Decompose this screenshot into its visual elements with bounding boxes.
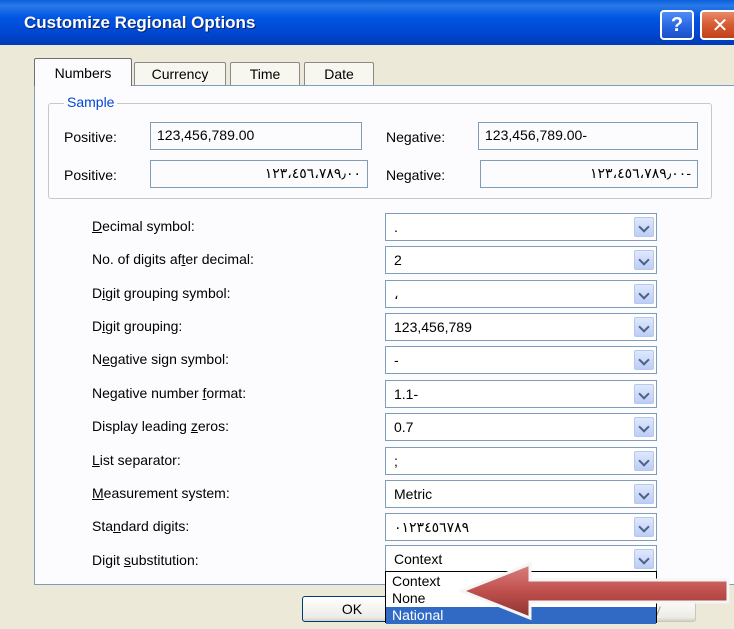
tab-currency-label: Currency — [151, 66, 209, 82]
ok-button-label: OK — [341, 601, 363, 617]
chevron-down-icon[interactable] — [634, 284, 654, 304]
negative-native-sample-value: -١٢٣،٤٥٦،٧٨٩٫٠٠ — [590, 165, 691, 181]
leading-zeros-value: 0.7 — [394, 419, 414, 435]
leading-zeros-label: Display leading zeros: — [92, 418, 229, 434]
positive-sample-value: 123,456,789.00 — [157, 127, 255, 143]
chevron-down-icon[interactable] — [634, 451, 654, 471]
tab-numbers[interactable]: Numbers — [34, 58, 132, 86]
list-separator-combo[interactable]: ; — [385, 447, 657, 475]
standard-digits-value: ٠١٢٣٤٥٦٧٨٩ — [394, 519, 470, 535]
list-separator-value: ; — [394, 453, 398, 469]
positive-native-sample-value: ١٢٣،٤٥٦،٧٨٩٫٠٠ — [264, 165, 361, 181]
annotation-arrow-icon — [460, 561, 730, 621]
window-title: Customize Regional Options — [24, 13, 256, 32]
close-icon: ✕ — [711, 14, 729, 37]
tab-numbers-label: Numbers — [54, 64, 112, 81]
chevron-down-icon[interactable] — [634, 317, 654, 337]
negative-number-format-combo[interactable]: 1.1- — [385, 380, 657, 408]
positive-native-label: Positive: — [64, 167, 117, 183]
close-button[interactable]: ✕ — [700, 10, 734, 40]
positive-sample-field[interactable]: 123,456,789.00 — [150, 122, 362, 150]
tab-time-label: Time — [249, 66, 281, 82]
negative-number-format-value: 1.1- — [394, 386, 419, 402]
negative-sign-symbol-value: - — [394, 352, 399, 368]
customize-regional-options-dialog: Customize Regional Options ? ✕ Numbers C… — [0, 0, 734, 629]
digit-grouping-value: 123,456,789 — [394, 319, 472, 335]
digit-grouping-combo[interactable]: 123,456,789 — [385, 313, 657, 341]
negative-label: Negative: — [386, 129, 446, 145]
negative-sample-value: 123,456,789.00- — [485, 127, 587, 143]
chevron-down-icon[interactable] — [634, 417, 654, 437]
digit-grouping-label: Digit grouping: — [92, 318, 183, 334]
measurement-system-label: Measurement system: — [92, 485, 230, 501]
chevron-down-icon[interactable] — [634, 484, 654, 504]
standard-digits-combo[interactable]: ٠١٢٣٤٥٦٧٨٩ — [385, 513, 657, 541]
chevron-down-icon[interactable] — [634, 384, 654, 404]
digits-after-decimal-value: 2 — [394, 252, 402, 268]
negative-number-format-label: Negative number format: — [92, 385, 247, 401]
decimal-symbol-value: . — [394, 219, 398, 235]
help-icon: ? — [670, 13, 684, 36]
negative-sign-symbol-label: Negative sign symbol: — [92, 351, 229, 367]
digit-substitution-label: Digit substitution: — [92, 552, 199, 568]
measurement-system-value: Metric — [394, 486, 433, 502]
tab-currency[interactable]: Currency — [134, 62, 226, 85]
positive-native-sample-field[interactable]: ١٢٣،٤٥٦،٧٨٩٫٠٠ — [150, 160, 368, 188]
title-bar[interactable]: Customize Regional Options ? ✕ — [0, 0, 734, 45]
digit-grouping-symbol-label: Digit grouping symbol: — [92, 285, 231, 301]
digit-substitution-value: Context — [394, 551, 443, 567]
measurement-system-combo[interactable]: Metric — [385, 480, 657, 508]
tab-date[interactable]: Date — [304, 62, 374, 85]
leading-zeros-combo[interactable]: 0.7 — [385, 413, 657, 441]
digit-grouping-symbol-value: ، — [394, 286, 399, 302]
negative-native-sample-field[interactable]: -١٢٣،٤٥٦،٧٨٩٫٠٠ — [480, 160, 698, 188]
tab-date-label: Date — [324, 66, 354, 82]
negative-native-label: Negative: — [386, 167, 446, 183]
chevron-down-icon[interactable] — [634, 517, 654, 537]
digits-after-decimal-combo[interactable]: 2 — [385, 246, 657, 274]
standard-digits-label: Standard digits: — [92, 518, 190, 534]
negative-sign-symbol-combo[interactable]: - — [385, 346, 657, 374]
sample-legend: Sample — [64, 94, 118, 110]
positive-label: Positive: — [64, 129, 117, 145]
list-separator-label: List separator: — [92, 452, 181, 468]
chevron-down-icon[interactable] — [634, 217, 654, 237]
help-button[interactable]: ? — [660, 10, 694, 40]
tab-time[interactable]: Time — [230, 62, 300, 85]
chevron-down-icon[interactable] — [634, 350, 654, 370]
chevron-down-icon[interactable] — [634, 250, 654, 270]
digit-grouping-symbol-combo[interactable]: ، — [385, 280, 657, 308]
decimal-symbol-combo[interactable]: . — [385, 213, 657, 241]
digits-after-decimal-label: No. of digits after decimal: — [92, 251, 254, 267]
decimal-symbol-label: Decimal symbol: — [92, 218, 195, 234]
negative-sample-field[interactable]: 123,456,789.00- — [478, 122, 698, 150]
